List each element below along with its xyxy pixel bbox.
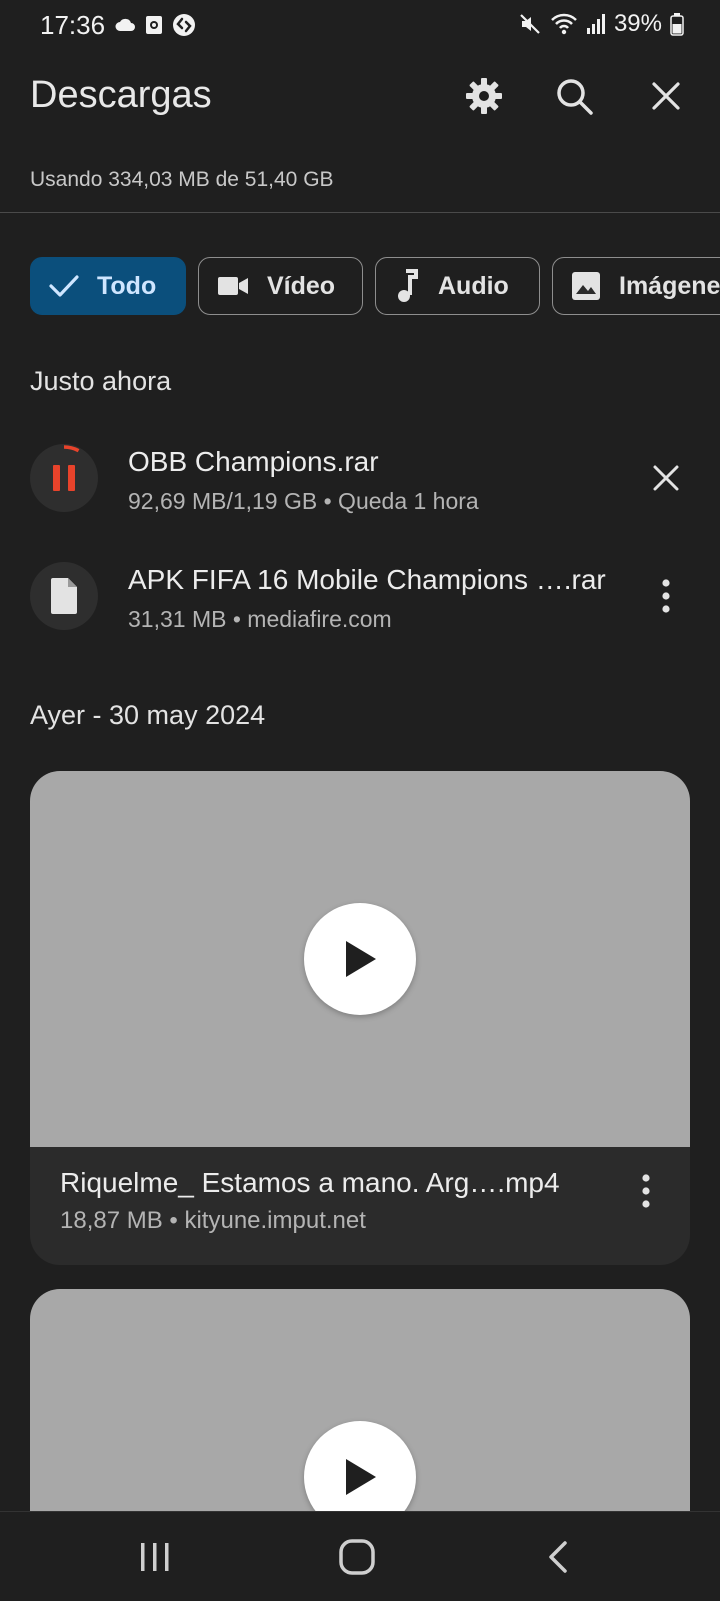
settings-button[interactable] bbox=[460, 72, 508, 120]
page-title: Descargas bbox=[30, 74, 212, 116]
filter-chip-todo[interactable]: Todo bbox=[30, 257, 186, 315]
filter-chip-video[interactable]: Vídeo bbox=[198, 257, 363, 315]
filter-chip-label: Todo bbox=[97, 271, 157, 300]
progress-ring bbox=[31, 445, 97, 511]
home-button[interactable] bbox=[327, 1532, 387, 1582]
file-meta: 18,87 MB • kityune.imput.net bbox=[60, 1207, 366, 1234]
recent-apps-icon bbox=[141, 1543, 169, 1571]
file-icon bbox=[51, 578, 77, 614]
divider bbox=[0, 212, 720, 213]
search-button[interactable] bbox=[550, 72, 598, 120]
recent-apps-button[interactable] bbox=[125, 1532, 185, 1582]
cloud-icon bbox=[115, 18, 135, 31]
mute-icon bbox=[520, 14, 540, 34]
filter-chip-label: Audio bbox=[438, 271, 509, 300]
home-icon bbox=[339, 1539, 375, 1575]
video-card[interactable]: Riquelme_ Estamos a mano. Arg….mp4 18,87… bbox=[30, 771, 690, 1265]
play-icon bbox=[346, 1459, 376, 1495]
video-camera-icon bbox=[218, 277, 248, 295]
status-bar: 17:36 39% bbox=[0, 0, 720, 52]
play-button[interactable] bbox=[304, 903, 416, 1015]
list-item[interactable]: OBB Champions.rar 92,69 MB/1,19 GB • Que… bbox=[30, 438, 690, 518]
search-icon bbox=[557, 79, 593, 115]
filter-chip-label: Imágene bbox=[619, 271, 720, 300]
filter-chip-label: Vídeo bbox=[267, 271, 336, 300]
battery-percent: 39% bbox=[613, 10, 662, 37]
close-button[interactable] bbox=[642, 72, 690, 120]
filter-chip-audio[interactable]: Audio bbox=[375, 257, 540, 315]
shazam-icon bbox=[173, 14, 195, 36]
more-options-button[interactable] bbox=[642, 572, 690, 620]
storage-usage: Usando 334,03 MB de 51,40 GB bbox=[30, 168, 334, 191]
status-time: 17:36 bbox=[40, 10, 106, 40]
cancel-download-button[interactable] bbox=[642, 454, 690, 502]
gear-icon bbox=[466, 78, 502, 114]
wifi-icon bbox=[551, 13, 577, 35]
more-vert-icon bbox=[642, 1174, 650, 1208]
section-title-recent: Justo ahora bbox=[30, 366, 172, 396]
play-icon bbox=[346, 941, 376, 977]
download-progress[interactable] bbox=[30, 444, 98, 512]
check-icon bbox=[49, 275, 79, 297]
file-name: OBB Champions.rar bbox=[128, 446, 379, 477]
back-icon bbox=[549, 1541, 567, 1573]
video-card[interactable] bbox=[30, 1289, 690, 1549]
file-meta: 92,69 MB/1,19 GB • Queda 1 hora bbox=[128, 488, 479, 514]
list-item[interactable]: APK FIFA 16 Mobile Champions ….rar 31,31… bbox=[30, 556, 690, 636]
status-left-icons bbox=[114, 13, 196, 37]
file-type-badge bbox=[30, 562, 98, 630]
file-name: APK FIFA 16 Mobile Champions ….rar bbox=[128, 564, 606, 595]
signal-icon bbox=[586, 14, 605, 34]
music-note-icon bbox=[398, 269, 418, 302]
filter-chips: Todo Vídeo Audio Imágene bbox=[30, 257, 720, 317]
system-nav-bar bbox=[0, 1511, 720, 1601]
more-vert-icon bbox=[662, 579, 670, 613]
video-thumbnail[interactable] bbox=[30, 771, 690, 1147]
battery-icon bbox=[670, 13, 684, 36]
file-name: Riquelme_ Estamos a mano. Arg….mp4 bbox=[60, 1167, 560, 1198]
video-thumbnail[interactable] bbox=[30, 1289, 690, 1549]
more-options-button[interactable] bbox=[622, 1167, 670, 1215]
status-right-icons: 39% bbox=[518, 10, 684, 38]
screen-record-icon bbox=[146, 16, 162, 34]
back-button[interactable] bbox=[528, 1532, 588, 1582]
close-icon bbox=[652, 82, 680, 110]
image-icon bbox=[572, 272, 600, 300]
close-icon bbox=[653, 465, 679, 491]
filter-chip-images[interactable]: Imágene bbox=[552, 257, 720, 315]
file-meta: 31,31 MB • mediafire.com bbox=[128, 606, 392, 632]
section-title-yesterday: Ayer - 30 may 2024 bbox=[30, 700, 266, 730]
